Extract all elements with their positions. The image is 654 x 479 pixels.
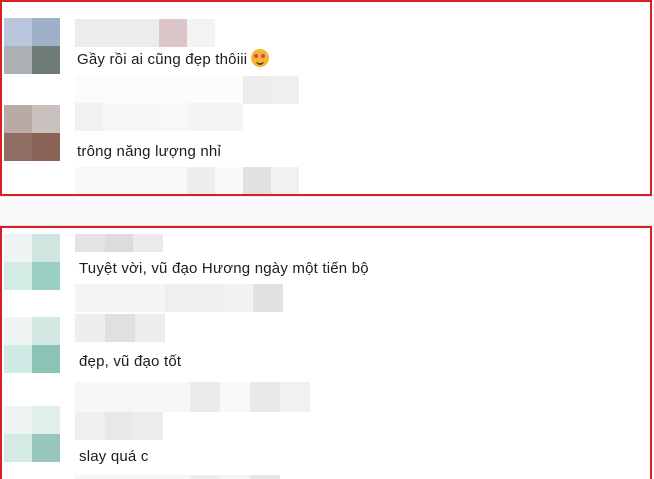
avatar[interactable] bbox=[4, 234, 60, 290]
comment-actions[interactable] bbox=[75, 382, 310, 412]
comment-actions[interactable] bbox=[75, 475, 280, 479]
highlight-box-bottom: Tuyệt vời, vũ đạo Hương ngày một tiến bộ… bbox=[0, 226, 652, 479]
smiling-face-with-hearts-icon bbox=[251, 49, 270, 67]
comment-text: trông năng lượng nhỉ bbox=[77, 143, 221, 160]
avatar[interactable] bbox=[4, 317, 60, 373]
comment-text: Tuyệt vời, vũ đạo Hương ngày một tiến bộ bbox=[79, 260, 369, 277]
section-divider bbox=[0, 196, 654, 226]
comment-text: Gầy rồi ai cũng đẹp thôiii bbox=[77, 49, 270, 70]
author-name[interactable] bbox=[75, 314, 165, 342]
author-name[interactable] bbox=[75, 19, 215, 47]
avatar[interactable] bbox=[4, 18, 60, 74]
comment-text: đẹp, vũ đạo tốt bbox=[79, 353, 182, 370]
author-name[interactable] bbox=[75, 103, 243, 131]
author-name[interactable] bbox=[75, 234, 163, 252]
comment-text: slay quá c bbox=[79, 448, 149, 465]
avatar[interactable] bbox=[4, 406, 60, 462]
comment-actions[interactable] bbox=[75, 76, 299, 104]
author-name[interactable] bbox=[75, 412, 163, 440]
avatar[interactable] bbox=[4, 105, 60, 161]
comment-actions[interactable] bbox=[75, 284, 283, 312]
comment-actions[interactable] bbox=[75, 167, 299, 194]
highlight-box-top: Gầy rồi ai cũng đẹp thôiii trông năng lư… bbox=[0, 0, 652, 196]
